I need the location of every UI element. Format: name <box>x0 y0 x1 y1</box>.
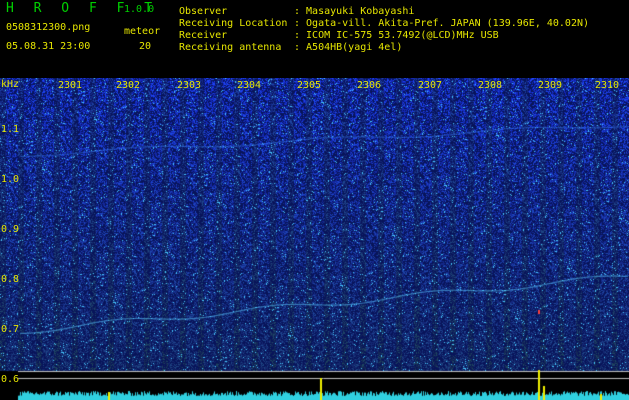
antenna-label: Receiving antenna <box>179 42 282 53</box>
y-axis-unit: kHz <box>1 79 20 90</box>
header-panel: H R O F F T 1.0.0 0508312300.png meteor … <box>0 0 629 78</box>
file-datetime: 05.08.31 23:00 <box>6 41 91 52</box>
meteor-count: 20 <box>139 41 152 52</box>
observer-value: : Masayuki Kobayashi <box>294 6 415 17</box>
location-label: Receiving Location <box>179 18 288 29</box>
spectrogram-canvas <box>0 78 629 400</box>
receiver-label: Receiver <box>179 30 228 41</box>
meteor-label: meteor <box>124 26 161 37</box>
x-tick-label: 2305 <box>297 80 322 91</box>
x-tick-label: 2306 <box>357 80 382 91</box>
x-tick-label: 2301 <box>58 80 83 91</box>
y-tick-label: 1.0 <box>1 174 20 185</box>
x-tick-label: 2302 <box>116 80 141 91</box>
observer-label: Observer <box>179 6 228 17</box>
app-version: 1.0.0 <box>124 4 155 15</box>
x-tick-label: 2303 <box>177 80 202 91</box>
x-tick-label: 2310 <box>595 80 620 91</box>
location-value: : Ogata-vill. Akita-Pref. JAPAN (139.96E… <box>294 18 590 29</box>
receiver-value: : ICOM IC-575 53.7492(@LCD)MHz USB <box>294 30 499 41</box>
y-tick-label: 0.7 <box>1 324 20 335</box>
file-name: 0508312300.png <box>6 22 91 33</box>
y-tick-label: 0.8 <box>1 274 20 285</box>
x-tick-label: 2307 <box>418 80 443 91</box>
x-tick-label: 2308 <box>478 80 503 91</box>
y-tick-label: 1.1 <box>1 124 20 135</box>
antenna-value: : A504HB(yagi 4el) <box>294 42 403 53</box>
x-tick-label: 2304 <box>237 80 262 91</box>
x-tick-label: 2309 <box>538 80 563 91</box>
y-tick-label: 0.9 <box>1 224 20 235</box>
y-tick-label: 0.6 <box>1 374 20 385</box>
